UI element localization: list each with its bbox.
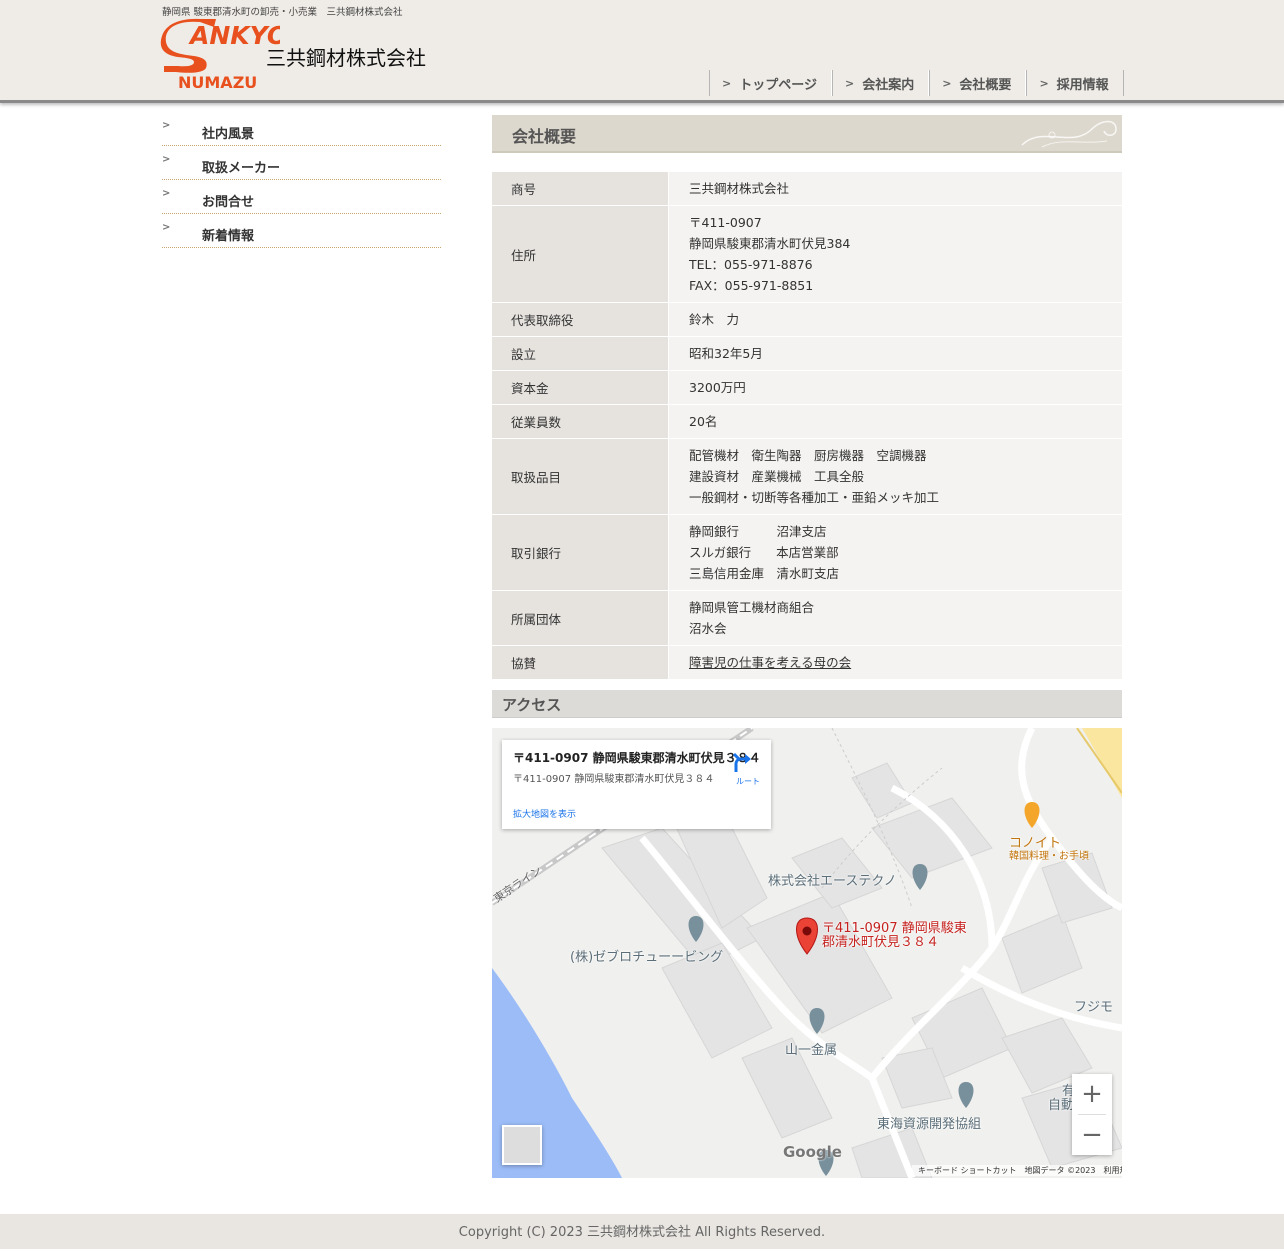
chevron-right-icon: > xyxy=(844,76,855,90)
google-logo: Google xyxy=(783,1143,842,1161)
info-card-title: 〒411-0907 静岡県駿東郡清水町伏見３８４ xyxy=(513,751,761,765)
sidebar-nav: > 社内風景 > 取扱メーカー > お問合せ > 新着情報 xyxy=(162,119,441,255)
map-label-place[interactable]: 株式会社エーステクノ xyxy=(768,870,897,889)
nav-label: トップページ xyxy=(739,77,817,93)
row-label: 代表取締役 xyxy=(492,302,669,337)
chevron-right-icon: > xyxy=(162,154,171,165)
table-row: 取扱品目 配管機材 衛生陶器 厨房機器 空調機器 建設資材 産業機械 工具全般 … xyxy=(492,438,1122,515)
sidebar-item-scenery[interactable]: > 社内風景 xyxy=(162,119,441,146)
row-value: 障害児の仕事を考える母の会 xyxy=(668,645,1122,680)
row-value: 鈴木 力 xyxy=(668,302,1122,337)
sponsor-link[interactable]: 障害児の仕事を考える母の会 xyxy=(689,655,851,670)
row-label: 所属団体 xyxy=(492,590,669,646)
row-label: 取引銀行 xyxy=(492,514,669,591)
copyright-text: Copyright (C) 2023 三共鋼材株式会社 All Rights R… xyxy=(458,1225,826,1240)
nav-top[interactable]: > トップページ xyxy=(709,70,832,96)
row-label: 従業員数 xyxy=(492,404,669,439)
overview-heading: 会社概要 xyxy=(492,115,1122,153)
sankyo-logo-mark: ANKYO NUMAZU xyxy=(160,18,288,92)
map-label-place[interactable]: (株)ゼブロチューービング xyxy=(570,946,723,965)
site-footer: Copyright (C) 2023 三共鋼材株式会社 All Rights R… xyxy=(0,1214,1284,1249)
table-row: 取引銀行 静岡銀行 沼津支店 スルガ銀行 本店営業部 三島信用金庫 清水町支店 xyxy=(492,514,1122,591)
street-view-pegman-icon[interactable] xyxy=(502,1125,542,1165)
site-header: 静岡県 駿東郡清水町の卸売・小売業 三共鋼材株式会社 ANKYO NUMAZU … xyxy=(0,0,1284,103)
table-row: 資本金 3200万円 xyxy=(492,370,1122,405)
chevron-right-icon: > xyxy=(942,76,952,90)
map-label-place[interactable]: 東海資源開発協組 xyxy=(877,1113,981,1132)
table-row: 従業員数 20名 xyxy=(492,404,1122,439)
ornament-icon xyxy=(1021,120,1117,148)
chevron-right-icon: > xyxy=(162,120,171,131)
row-value: 〒411-0907 静岡県駿東郡清水町伏見384 TEL：055-971-887… xyxy=(668,205,1122,303)
chevron-right-icon: > xyxy=(1039,76,1049,90)
global-nav: > トップページ > 会社案内 > 会社概要 > 採用情報 xyxy=(709,70,1124,98)
restaurant-pin-icon xyxy=(1024,802,1040,828)
sidebar-item-makers[interactable]: > 取扱メーカー xyxy=(162,153,441,180)
sidebar-item-news[interactable]: > 新着情報 xyxy=(162,221,441,248)
row-value: 昭和32年5月 xyxy=(668,336,1122,371)
nav-recruit[interactable]: > 採用情報 xyxy=(1026,70,1124,96)
chevron-right-icon: > xyxy=(722,76,732,90)
sidebar-item-label: お問合せ xyxy=(202,195,255,210)
table-row: 商号 三共鋼材株式会社 xyxy=(492,172,1122,206)
row-label: 資本金 xyxy=(492,370,669,405)
row-value: 静岡銀行 沼津支店 スルガ銀行 本店営業部 三島信用金庫 清水町支店 xyxy=(668,514,1122,591)
main-content: 会社概要 商号 三共鋼材株式会社 住所 〒411-0907 静岡県駿東郡清水町伏… xyxy=(492,115,1122,1178)
table-row: 設立 昭和32年5月 xyxy=(492,336,1122,371)
page-title: 会社概要 xyxy=(512,127,577,146)
sidebar-item-label: 取扱メーカー xyxy=(202,161,281,176)
row-value: 20名 xyxy=(668,404,1122,439)
row-value: 3200万円 xyxy=(668,370,1122,405)
chevron-right-icon: > xyxy=(162,188,171,199)
map-label-place[interactable]: 自動 xyxy=(1048,1094,1074,1113)
table-row: 代表取締役 鈴木 力 xyxy=(492,302,1122,337)
access-title: アクセス xyxy=(502,696,562,714)
company-info-table: 商号 三共鋼材株式会社 住所 〒411-0907 静岡県駿東郡清水町伏見384 … xyxy=(492,172,1122,680)
row-label: 協賛 xyxy=(492,645,669,680)
row-value: 静岡県管工機材商組合 沼水会 xyxy=(668,590,1122,646)
header-tagline: 静岡県 駿東郡清水町の卸売・小売業 三共鋼材株式会社 xyxy=(162,7,403,18)
nav-label: 会社案内 xyxy=(862,77,915,93)
nav-label: 会社概要 xyxy=(959,77,1012,93)
nav-company[interactable]: > 会社案内 xyxy=(831,70,930,96)
row-value: 配管機材 衛生陶器 厨房機器 空調機器 建設資材 産業機械 工具全般 一般鋼材・… xyxy=(668,438,1122,515)
nav-overview[interactable]: > 会社概要 xyxy=(929,70,1027,96)
view-larger-map-link[interactable]: 拡大地図を表示 xyxy=(513,807,576,820)
map-label-restaurant-sub: 韓国料理・お手頃 xyxy=(1009,851,1089,862)
directions-label[interactable]: ルート xyxy=(736,776,760,787)
sidebar-item-label: 新着情報 xyxy=(202,229,255,244)
access-heading: アクセス xyxy=(492,690,1122,718)
row-label: 取扱品目 xyxy=(492,438,669,515)
nav-label: 採用情報 xyxy=(1056,77,1109,93)
map-label-place[interactable]: 山一金属 xyxy=(785,1039,837,1058)
sidebar-item-contact[interactable]: > お問合せ xyxy=(162,187,441,214)
google-map[interactable]: 〒411-0907 静岡県駿東 郡清水町伏見３８４ 株式会社エーステクノ (株)… xyxy=(492,728,1122,1178)
table-row: 所属団体 静岡県管工機材商組合 沼水会 xyxy=(492,590,1122,646)
map-label-marker: 〒411-0907 静岡県駿東 郡清水町伏見３８４ xyxy=(822,921,967,950)
map-attribution[interactable]: キーボード ショートカット 地図データ ©2023 利用規約 地図の誤りを報告す… xyxy=(912,1165,1122,1176)
map-label-place[interactable]: フジモ xyxy=(1074,996,1113,1015)
directions-icon[interactable] xyxy=(732,752,752,774)
table-row: 協賛 障害児の仕事を考える母の会 xyxy=(492,645,1122,680)
info-card-address: 〒411-0907 静岡県駿東郡清水町伏見３８４ xyxy=(513,774,715,785)
svg-text:NUMAZU: NUMAZU xyxy=(178,73,257,92)
sidebar-item-label: 社内風景 xyxy=(202,127,255,142)
table-row: 住所 〒411-0907 静岡県駿東郡清水町伏見384 TEL：055-971-… xyxy=(492,205,1122,303)
row-value: 三共鋼材株式会社 xyxy=(668,172,1122,206)
row-label: 住所 xyxy=(492,205,669,303)
company-name: 三共鋼材株式会社 xyxy=(266,46,426,70)
zoom-out-button[interactable]: − xyxy=(1072,1115,1112,1155)
zoom-controls: + − xyxy=(1072,1074,1112,1155)
row-label: 商号 xyxy=(492,172,669,206)
zoom-in-button[interactable]: + xyxy=(1072,1074,1112,1114)
map-info-card: 〒411-0907 静岡県駿東郡清水町伏見３８４ 〒411-0907 静岡県駿東… xyxy=(502,740,771,829)
row-label: 設立 xyxy=(492,336,669,371)
chevron-right-icon: > xyxy=(162,222,171,233)
